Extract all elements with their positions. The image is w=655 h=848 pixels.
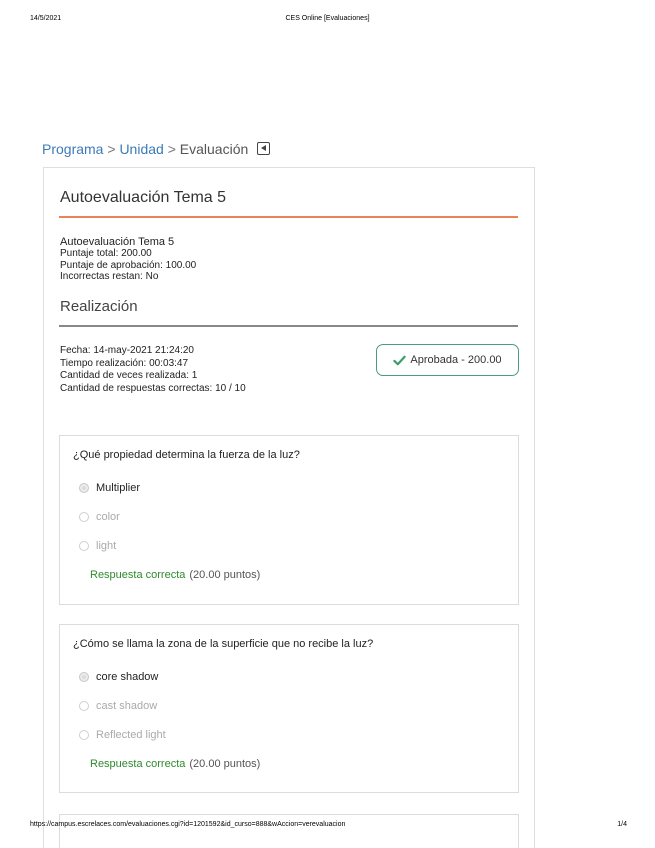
option-label: Reflected light: [96, 729, 166, 741]
radio-icon[interactable]: [79, 730, 89, 740]
back-icon[interactable]: [257, 142, 271, 155]
page-number: 1/4: [617, 821, 627, 828]
answer-option[interactable]: core shadow: [79, 671, 158, 683]
total-score: Puntaje total: 200.00: [60, 248, 152, 259]
result-points: (20.00 puntos): [189, 758, 261, 770]
section-divider: [59, 325, 518, 327]
option-label: light: [96, 540, 117, 552]
answer-option[interactable]: light: [79, 540, 116, 552]
option-label: cast shadow: [96, 700, 158, 712]
section-title: Realización: [60, 298, 138, 315]
answer-option[interactable]: Multiplier: [79, 482, 140, 494]
print-header: 14/5/2021 CES Online [Evaluaciones]: [0, 15, 655, 27]
breadcrumb-current: Evaluación: [179, 141, 249, 157]
evaluation-info: Autoevaluación Tema 5 Puntaje total: 200…: [60, 236, 196, 283]
radio-icon[interactable]: [79, 541, 89, 551]
attempt-details: Fecha: 14-may-2021 21:24:20 Tiempo reali…: [60, 345, 246, 395]
question-text: ¿Cómo se llama la zona de la superficie …: [73, 638, 374, 650]
radio-icon[interactable]: [79, 701, 89, 711]
status-badge: Aprobada - 200.00: [376, 344, 519, 376]
card-title: Autoevaluación Tema 5: [60, 189, 227, 206]
result-points: (20.00 puntos): [189, 569, 261, 581]
breadcrumb-programa[interactable]: Programa: [42, 141, 103, 157]
wrong-penalty: Incorrectas restan: No: [60, 271, 159, 282]
print-footer: https://campus.escrelaces.com/evaluacion…: [0, 821, 655, 833]
evaluation-name: Autoevaluación Tema 5: [60, 236, 175, 248]
pass-score: Puntaje de aprobación: 100.00: [60, 259, 197, 271]
status-label: Aprobada - 200.00: [410, 354, 502, 366]
print-url: https://campus.escrelaces.com/evaluacion…: [30, 821, 346, 828]
question-card: ¿Qué propiedad determina la fuerza de la…: [59, 435, 519, 605]
result-label: Respuesta correcta: [90, 758, 186, 770]
radio-icon[interactable]: [79, 512, 89, 522]
title-divider: [59, 216, 518, 218]
breadcrumb-unidad[interactable]: Unidad: [119, 141, 163, 157]
breadcrumb-separator: >: [167, 141, 176, 157]
radio-selected-icon[interactable]: [79, 672, 89, 682]
answer-option[interactable]: Reflected light: [79, 729, 166, 741]
answer-option[interactable]: color: [79, 511, 120, 523]
print-title: CES Online [Evaluaciones]: [285, 15, 370, 22]
correct-count: Cantidad de respuestas correctas: 10 / 1…: [60, 382, 246, 394]
option-label: color: [96, 511, 120, 523]
option-label: core shadow: [96, 671, 159, 683]
attempt-count: Cantidad de veces realizada: 1: [60, 370, 198, 381]
attempt-date: Fecha: 14-may-2021 21:24:20: [60, 345, 194, 356]
attempt-time: Tiempo realización: 00:03:47: [60, 357, 189, 369]
option-label: Multiplier: [96, 482, 141, 494]
result-label: Respuesta correcta: [90, 569, 186, 581]
breadcrumb-separator: >: [107, 141, 116, 157]
answer-option[interactable]: cast shadow: [79, 700, 157, 712]
radio-selected-icon[interactable]: [79, 483, 89, 493]
evaluation-card: Autoevaluación Tema 5 Autoevaluación Tem…: [43, 167, 535, 848]
question-text: ¿Qué propiedad determina la fuerza de la…: [73, 449, 300, 461]
breadcrumb: Programa > Unidad > Evaluación: [42, 141, 271, 157]
check-icon: [393, 355, 407, 365]
answer-result: Respuesta correcta (20.00 puntos): [90, 758, 260, 770]
question-card: ¿Cómo se llama la zona de la superficie …: [59, 624, 519, 793]
answer-result: Respuesta correcta (20.00 puntos): [90, 569, 260, 581]
